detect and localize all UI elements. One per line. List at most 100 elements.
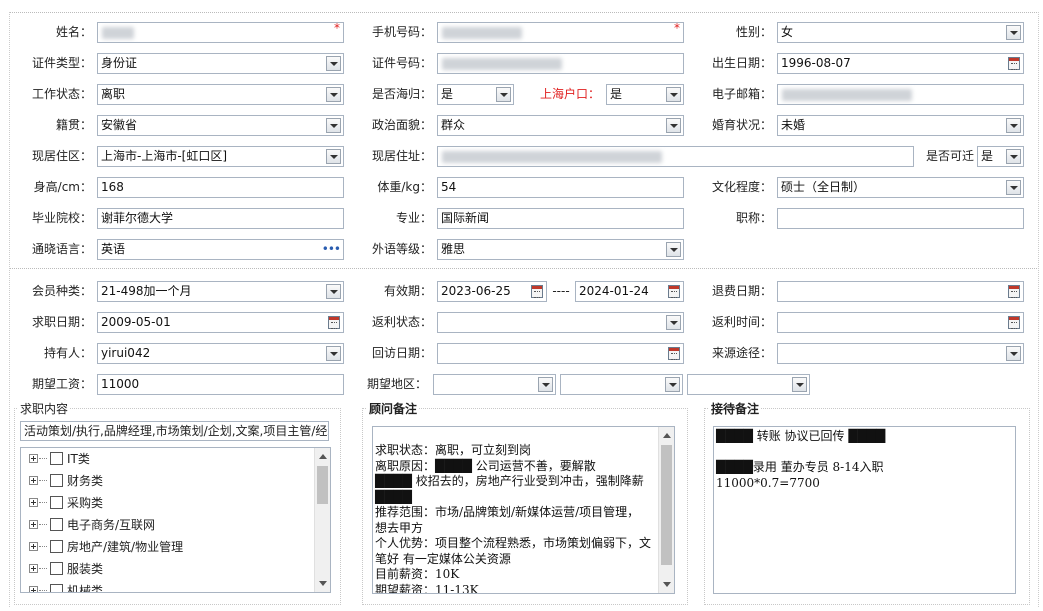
expand-icon[interactable] — [29, 520, 38, 529]
chevron-down-icon[interactable] — [538, 377, 553, 392]
expand-icon[interactable] — [29, 542, 38, 551]
expected-area-city-select[interactable] — [560, 374, 683, 395]
calendar-icon[interactable] — [1008, 285, 1020, 298]
chevron-down-icon[interactable] — [1006, 25, 1021, 40]
salary-field[interactable]: 11000 — [97, 374, 344, 395]
id-type-select[interactable]: 身份证 — [97, 53, 344, 74]
scroll-up-icon[interactable] — [663, 433, 671, 438]
chevron-down-icon[interactable] — [326, 149, 341, 164]
category-checkbox[interactable] — [50, 562, 63, 575]
scroll-down-icon[interactable] — [663, 582, 671, 587]
refund-date-field[interactable] — [777, 281, 1024, 302]
scroll-down-icon[interactable] — [319, 581, 327, 586]
job-date-field[interactable]: 2009-05-01 — [97, 312, 344, 333]
chevron-down-icon[interactable] — [666, 118, 681, 133]
category-checkbox[interactable] — [50, 496, 63, 509]
source-select[interactable] — [777, 343, 1024, 364]
chevron-down-icon[interactable] — [1006, 149, 1021, 164]
category-checkbox[interactable] — [50, 540, 63, 553]
visit-date-field[interactable] — [437, 343, 684, 364]
rebate-time-field[interactable] — [777, 312, 1024, 333]
weight-field[interactable]: 54 — [437, 177, 684, 198]
chevron-down-icon[interactable] — [326, 284, 341, 299]
calendar-icon[interactable] — [328, 316, 340, 329]
reception-notes-textarea[interactable]: ████ 转账 协议已回传 ████ ████录用 董办专员 8-14入职 11… — [713, 426, 1016, 594]
education-select[interactable]: 硕士（全日制） — [777, 177, 1024, 198]
calendar-icon[interactable] — [668, 285, 680, 298]
chevron-down-icon[interactable] — [496, 87, 511, 102]
calendar-icon[interactable] — [1008, 316, 1020, 329]
category-checkbox[interactable] — [50, 474, 63, 487]
chevron-down-icon[interactable] — [326, 87, 341, 102]
holder-select[interactable]: yirui042 — [97, 343, 344, 364]
shanghai-hukou-select[interactable]: 是 — [606, 84, 684, 105]
expand-icon[interactable] — [29, 476, 38, 485]
id-type-label: 证件类型： — [31, 56, 92, 70]
chevron-down-icon[interactable] — [665, 377, 680, 392]
chevron-down-icon[interactable] — [666, 315, 681, 330]
chevron-down-icon[interactable] — [666, 87, 681, 102]
job-category-tree[interactable]: IT类 财务类 采购类 电子商务/互联网 房地产/建筑/物业管理 服装类 机械类 — [20, 447, 331, 593]
major-field[interactable]: 国际新闻 — [437, 208, 684, 229]
chevron-down-icon[interactable] — [326, 346, 341, 361]
chevron-down-icon[interactable] — [1006, 346, 1021, 361]
rebate-status-select[interactable] — [437, 312, 684, 333]
member-type-select[interactable]: 21-498加一个月 — [97, 281, 344, 302]
tree-item-ecommerce[interactable]: 电子商务/互联网 — [21, 514, 311, 536]
work-status-select[interactable]: 离职 — [97, 84, 344, 105]
calendar-icon[interactable] — [668, 347, 680, 360]
more-icon[interactable]: ••• — [322, 240, 341, 259]
chevron-down-icon[interactable] — [326, 118, 341, 133]
tree-item-finance[interactable]: 财务类 — [21, 470, 311, 492]
expand-icon[interactable] — [29, 498, 38, 507]
chevron-down-icon[interactable] — [666, 242, 681, 257]
native-place-select[interactable]: 安徽省 — [97, 115, 344, 136]
scroll-up-icon[interactable] — [319, 454, 327, 459]
expected-area-province-select[interactable] — [433, 374, 556, 395]
chevron-down-icon[interactable] — [1006, 118, 1021, 133]
calendar-icon[interactable] — [1008, 57, 1020, 70]
advisor-notes-scrollbar[interactable] — [658, 427, 674, 593]
name-field[interactable]: * — [97, 22, 344, 43]
lang-level-select[interactable]: 雅思 — [437, 239, 684, 260]
expand-icon[interactable] — [29, 564, 38, 573]
current-address-field[interactable] — [437, 146, 914, 167]
validity-start-field[interactable]: 2023-06-25 — [437, 281, 547, 302]
calendar-icon[interactable] — [531, 285, 543, 298]
marital-select[interactable]: 未婚 — [777, 115, 1024, 136]
expand-icon[interactable] — [29, 586, 38, 592]
tree-item-it[interactable]: IT类 — [21, 448, 311, 470]
current-area-select[interactable]: 上海市-上海市-[虹口区] — [97, 146, 344, 167]
category-checkbox[interactable] — [50, 452, 63, 465]
id-number-field[interactable] — [437, 53, 684, 74]
advisor-notes-textarea[interactable]: 求职状态：离职，可立刻到岗 离职原因：████ 公司运营不善，要解散 ████ … — [372, 426, 675, 594]
expected-area-district-select[interactable] — [687, 374, 810, 395]
height-field[interactable]: 168 — [97, 177, 344, 198]
birth-date-field[interactable]: 1996-08-07 — [777, 53, 1024, 74]
jobs-selected-field[interactable]: 活动策划/执行,品牌经理,市场策划/企划,文案,项目主管/经理 — [20, 421, 329, 441]
tree-item-realestate[interactable]: 房地产/建筑/物业管理 — [21, 536, 311, 558]
scroll-thumb[interactable] — [317, 466, 328, 504]
school-field[interactable]: 谢菲尔德大学 — [97, 208, 344, 229]
category-checkbox[interactable] — [50, 518, 63, 531]
validity-end-field[interactable]: 2024-01-24 — [575, 281, 684, 302]
school-label: 毕业院校： — [31, 211, 92, 225]
gender-select[interactable]: 女 — [777, 22, 1024, 43]
phone-field[interactable]: * — [437, 22, 684, 43]
scroll-thumb[interactable] — [661, 445, 672, 565]
tree-item-purchasing[interactable]: 采购类 — [21, 492, 311, 514]
tree-item-machinery[interactable]: 机械类 — [21, 580, 311, 592]
tree-item-clothing[interactable]: 服装类 — [21, 558, 311, 580]
relocate-select[interactable]: 是 — [977, 146, 1024, 167]
tree-scrollbar[interactable] — [314, 448, 330, 592]
title-field[interactable] — [777, 208, 1024, 229]
chevron-down-icon[interactable] — [792, 377, 807, 392]
political-select[interactable]: 群众 — [437, 115, 684, 136]
email-field[interactable] — [777, 84, 1024, 105]
returnee-select[interactable]: 是 — [437, 84, 514, 105]
expand-icon[interactable] — [29, 454, 38, 463]
category-checkbox[interactable] — [50, 584, 63, 592]
chevron-down-icon[interactable] — [1006, 180, 1021, 195]
chevron-down-icon[interactable] — [326, 56, 341, 71]
language-field[interactable]: 英语 ••• — [97, 239, 344, 260]
